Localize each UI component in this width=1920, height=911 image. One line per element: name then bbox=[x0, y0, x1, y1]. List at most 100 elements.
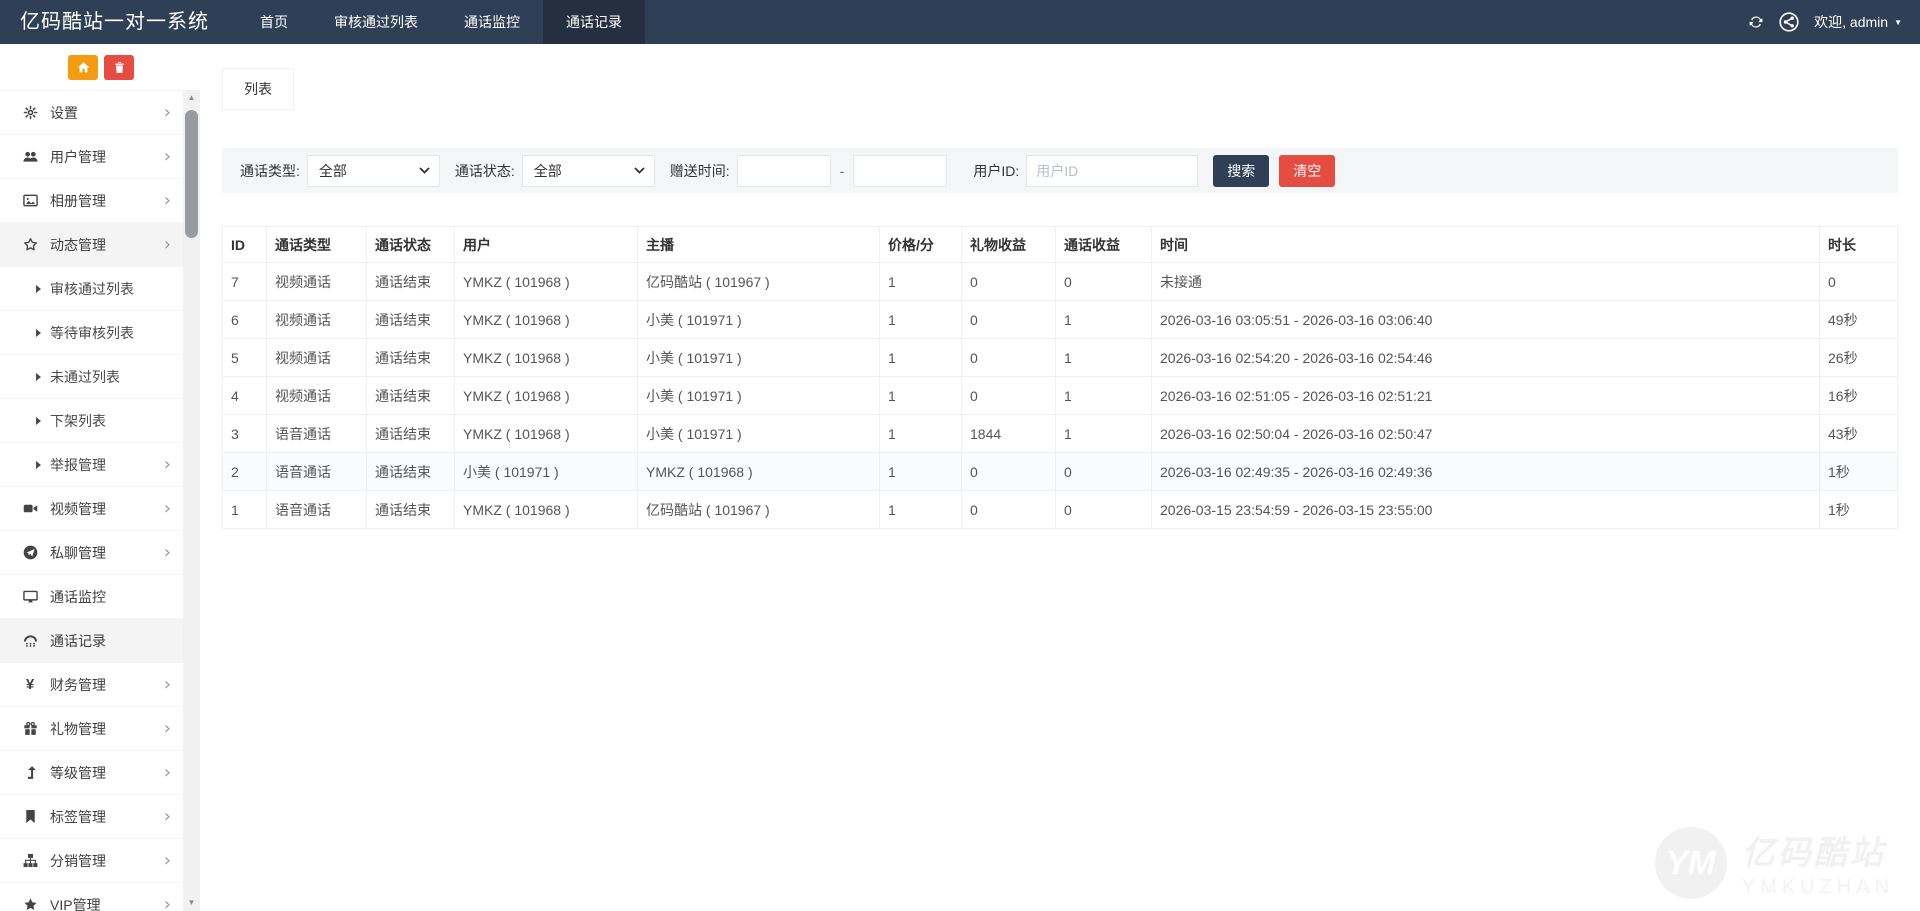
call-status-label: 通话状态: bbox=[455, 161, 515, 181]
sidebar-item[interactable]: 视频管理› bbox=[0, 486, 183, 530]
table-cell: 1 bbox=[880, 377, 962, 415]
gift-icon bbox=[21, 721, 39, 736]
table-cell: 1 bbox=[880, 263, 962, 301]
clear-cache-button[interactable] bbox=[104, 55, 134, 80]
column-header: ID bbox=[223, 227, 267, 263]
table-row: 7视频通话通话结束YMKZ ( 101968 )亿码酷站 ( 101967 )1… bbox=[223, 263, 1898, 301]
avatar-icon[interactable] bbox=[1779, 12, 1799, 32]
call-status-select[interactable]: 全部 bbox=[522, 155, 655, 187]
gift-time-end-input[interactable] bbox=[853, 155, 947, 187]
scroll-down-icon[interactable]: ▼ bbox=[183, 895, 200, 911]
table-cell: 1 bbox=[880, 453, 962, 491]
sidebar-item[interactable]: 礼物管理› bbox=[0, 706, 183, 750]
sidebar-item[interactable]: 分销管理› bbox=[0, 838, 183, 882]
scrollbar-thumb[interactable] bbox=[185, 110, 198, 238]
gift-time-start-input[interactable] bbox=[737, 155, 831, 187]
sidebar-subitem[interactable]: 未通过列表 bbox=[0, 354, 183, 398]
watermark-monogram-icon: YM bbox=[1655, 827, 1727, 899]
nav-item[interactable]: 审核通过列表 bbox=[311, 0, 441, 44]
sidebar-item[interactable]: VIP管理› bbox=[0, 882, 183, 911]
table-cell: 通话结束 bbox=[367, 453, 455, 491]
sidebar-item-label: 下架列表 bbox=[50, 411, 171, 431]
sidebar-item-label: 私聊管理 bbox=[50, 543, 164, 563]
table-cell: 43秒 bbox=[1820, 415, 1898, 453]
sidebar-item[interactable]: 设置› bbox=[0, 90, 183, 134]
clear-button[interactable]: 清空 bbox=[1279, 155, 1335, 187]
sidebar-item[interactable]: 等级管理› bbox=[0, 750, 183, 794]
table-cell: 视频通话 bbox=[267, 263, 367, 301]
table-cell: 2 bbox=[223, 453, 267, 491]
table-cell: 小美 ( 101971 ) bbox=[638, 339, 880, 377]
chevron-down-icon bbox=[419, 167, 430, 174]
sidebar-subitem[interactable]: 等待审核列表 bbox=[0, 310, 183, 354]
column-header: 通话类型 bbox=[267, 227, 367, 263]
chevron-right-icon: › bbox=[164, 456, 171, 474]
sidebar-subitem[interactable]: 审核通过列表 bbox=[0, 266, 183, 310]
table-cell: 6 bbox=[223, 301, 267, 339]
sidebar-item[interactable]: 通话监控 bbox=[0, 574, 183, 618]
column-header: 通话状态 bbox=[367, 227, 455, 263]
trash-icon bbox=[113, 61, 126, 74]
vip-star-icon bbox=[21, 897, 39, 911]
table-cell: 1 bbox=[880, 491, 962, 529]
sidebar-subitem[interactable]: 举报管理› bbox=[0, 442, 183, 486]
table-cell: 小美 ( 101971 ) bbox=[638, 301, 880, 339]
table-cell: 49秒 bbox=[1820, 301, 1898, 339]
sidebar-item-label: 用户管理 bbox=[50, 147, 164, 167]
user-menu[interactable]: 欢迎, admin ▼ bbox=[1814, 12, 1902, 32]
column-header: 用户 bbox=[455, 227, 638, 263]
sidebar-quick-buttons bbox=[0, 44, 200, 90]
tab-list[interactable]: 列表 bbox=[222, 68, 294, 110]
table-cell: 2026-03-16 03:05:51 - 2026-03-16 03:06:4… bbox=[1152, 301, 1820, 339]
table-cell: 1 bbox=[223, 491, 267, 529]
table-cell: 通话结束 bbox=[367, 263, 455, 301]
yen-icon: ¥ bbox=[21, 677, 39, 692]
table-cell: 2026-03-16 02:54:20 - 2026-03-16 02:54:4… bbox=[1152, 339, 1820, 377]
refresh-icon[interactable] bbox=[1748, 14, 1764, 30]
sidebar-item[interactable]: 用户管理› bbox=[0, 134, 183, 178]
send-icon bbox=[21, 545, 39, 560]
column-header: 时间 bbox=[1152, 227, 1820, 263]
table-cell: 1844 bbox=[962, 415, 1056, 453]
search-button[interactable]: 搜索 bbox=[1213, 155, 1269, 187]
triangle-bullet-icon bbox=[36, 417, 41, 425]
sidebar-item[interactable]: 动态管理› bbox=[0, 222, 183, 266]
sidebar-scrollbar[interactable]: ▲ ▼ bbox=[183, 90, 200, 911]
table-cell: 2026-03-16 02:50:04 - 2026-03-16 02:50:4… bbox=[1152, 415, 1820, 453]
level-up-icon bbox=[21, 765, 39, 780]
sidebar-item[interactable]: 相册管理› bbox=[0, 178, 183, 222]
sidebar-item[interactable]: 通话记录 bbox=[0, 618, 183, 662]
sidebar-item[interactable]: 标签管理› bbox=[0, 794, 183, 838]
scroll-up-icon[interactable]: ▲ bbox=[183, 90, 200, 106]
sidebar-item-label: 设置 bbox=[50, 103, 164, 123]
nav-item[interactable]: 通话监控 bbox=[441, 0, 543, 44]
navbar-right: 欢迎, admin ▼ bbox=[1748, 0, 1920, 44]
chevron-right-icon: › bbox=[164, 192, 171, 210]
sidebar-subitem[interactable]: 下架列表 bbox=[0, 398, 183, 442]
video-icon bbox=[21, 501, 39, 516]
table-cell: 1 bbox=[1056, 301, 1152, 339]
sidebar-item[interactable]: 私聊管理› bbox=[0, 530, 183, 574]
table-cell: 视频通话 bbox=[267, 339, 367, 377]
nav-item[interactable]: 通话记录 bbox=[543, 0, 645, 44]
table-cell: 未接通 bbox=[1152, 263, 1820, 301]
sidebar-item-label: 等级管理 bbox=[50, 763, 164, 783]
sidebar-item-label: 分销管理 bbox=[50, 851, 164, 871]
table-row: 5视频通话通话结束YMKZ ( 101968 )小美 ( 101971 )101… bbox=[223, 339, 1898, 377]
column-header: 时长 bbox=[1820, 227, 1898, 263]
user-id-input[interactable] bbox=[1026, 155, 1198, 187]
top-navbar: 亿码酷站一对一系统 首页审核通过列表通话监控通话记录 欢迎, admin ▼ bbox=[0, 0, 1920, 44]
main-content: 列表 通话类型: 全部 通话状态: 全部 赠送时间: - 用户ID: 搜索 清空… bbox=[200, 44, 1920, 911]
sidebar-item-label: 相册管理 bbox=[50, 191, 164, 211]
table-cell: 视频通话 bbox=[267, 301, 367, 339]
users-icon bbox=[21, 149, 39, 164]
nav-item[interactable]: 首页 bbox=[237, 0, 311, 44]
home-button[interactable] bbox=[68, 55, 98, 80]
table-cell: 1 bbox=[880, 339, 962, 377]
tab-bar: 列表 bbox=[222, 68, 1898, 110]
call-type-select[interactable]: 全部 bbox=[307, 155, 440, 187]
sidebar-item-label: 财务管理 bbox=[50, 675, 164, 695]
call-type-selected-value: 全部 bbox=[319, 161, 347, 181]
sidebar-item[interactable]: ¥财务管理› bbox=[0, 662, 183, 706]
chevron-right-icon: › bbox=[164, 808, 171, 826]
